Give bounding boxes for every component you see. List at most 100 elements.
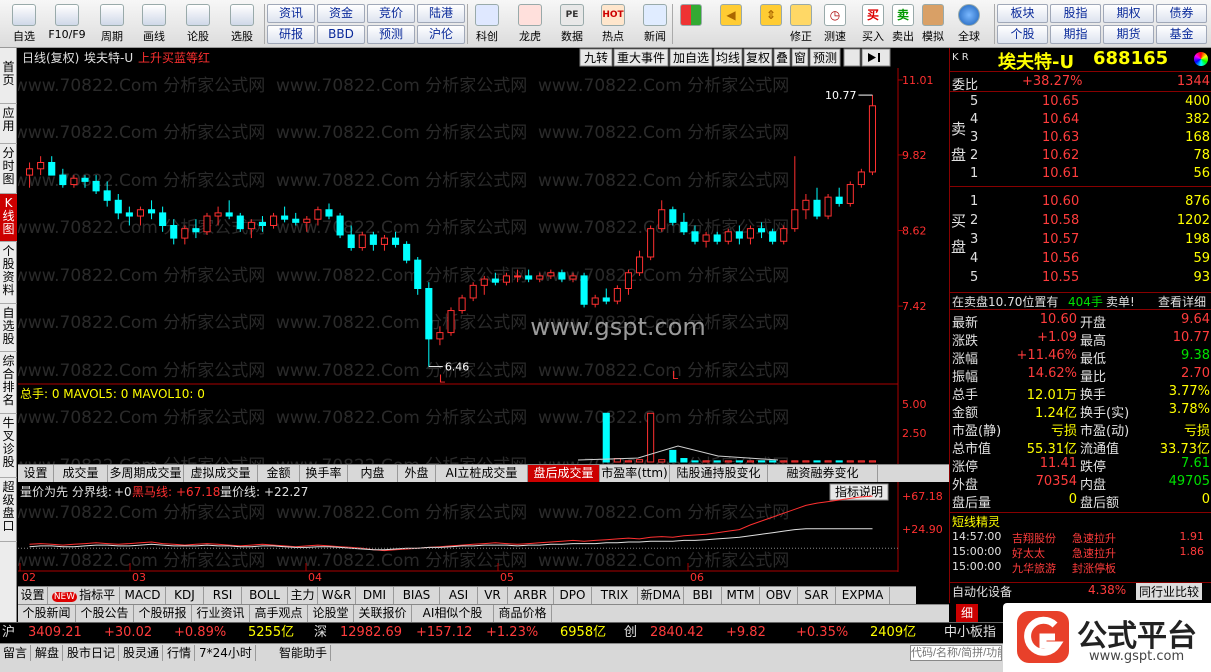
market-btn-债券[interactable]: 债券 [1156, 4, 1207, 23]
left-nav-0[interactable]: 首页 [0, 58, 17, 104]
market-btn-个股[interactable]: 个股 [997, 25, 1048, 44]
bid-row[interactable]: 1 10.60 876 [950, 194, 1211, 212]
info-tab-3[interactable]: 行业资讯 [192, 605, 250, 622]
status-extra[interactable]: 中小板指 [944, 623, 996, 643]
quick-btn-研报[interactable]: 研报 [267, 25, 315, 44]
ind-tab-3[interactable]: KDJ [166, 587, 204, 604]
right-btn-3[interactable]: 修正 [784, 2, 818, 46]
vol-tab-0[interactable]: 设置 [18, 465, 54, 482]
market-btn-基金[interactable]: 基金 [1156, 25, 1207, 44]
bid-row[interactable]: 2 10.58 1202 [950, 213, 1211, 231]
right-btn-0[interactable] [676, 2, 706, 46]
quick-btn-陆港[interactable]: 陆港 [417, 4, 465, 23]
kline-svg[interactable]: www.70822.Com 分析家公式网 www.70822.Com 分析家公式网… [18, 48, 949, 603]
vol-tab-3[interactable]: 虚拟成交量 [184, 465, 258, 482]
left-nav-7[interactable]: 牛叉诊股 [0, 414, 17, 478]
vol-tab-11[interactable]: 陆股通持股变化 [670, 465, 768, 482]
trade-link[interactable]: 查看详细 [1158, 293, 1206, 310]
bottom-btn-1[interactable]: 解盘 [32, 645, 64, 661]
ind-tab-0[interactable]: 设置 [18, 587, 48, 604]
bid-row[interactable]: 4 10.56 59 [950, 251, 1211, 269]
right-btn-7[interactable]: 模拟 [918, 2, 948, 46]
ind-tab-11[interactable]: VR [478, 587, 508, 604]
quick-btn-沪伦[interactable]: 沪伦 [417, 25, 465, 44]
detail-tab[interactable]: 细 [956, 604, 978, 622]
ind-tab-9[interactable]: BIAS [394, 587, 440, 604]
info-tab-2[interactable]: 个股研报 [134, 605, 192, 622]
toolbar-btn-4[interactable]: 论股 [178, 2, 218, 46]
left-nav-3[interactable]: K线图 [0, 194, 17, 242]
market-btn-板块[interactable]: 板块 [997, 4, 1048, 23]
ind-tab-6[interactable]: 主力 [288, 587, 318, 604]
ask-row[interactable]: 4 10.64 382 [950, 112, 1211, 130]
vol-tab-12[interactable]: 融资融券变化 [768, 465, 878, 482]
ind-tab-5[interactable]: BOLL [242, 587, 288, 604]
ind-tab-1[interactable]: NEW指标平台 [48, 587, 120, 621]
elite-row[interactable]: 14:57:00 吉翔股份 急速拉升 1.91 [950, 530, 1211, 545]
right-btn-4[interactable]: ◷ 测速 [818, 2, 852, 46]
left-nav-2[interactable]: 分时图 [0, 144, 17, 194]
bottom-btn-2[interactable]: 股市日记 [64, 645, 120, 661]
vol-tab-10[interactable]: 市盈率(ttm) [600, 465, 670, 482]
left-nav-6[interactable]: 综合排名 [0, 352, 17, 414]
code-search-input[interactable] [910, 645, 1002, 661]
market-btn-股指[interactable]: 股指 [1050, 4, 1101, 23]
feature-btn-4[interactable]: 新闻 [634, 2, 676, 46]
info-tab-7[interactable]: AI相似个股 [412, 605, 494, 622]
vol-tab-2[interactable]: 多周期成交量 [108, 465, 184, 482]
vol-tab-1[interactable]: 成交量 [54, 465, 108, 482]
quick-btn-预测[interactable]: 预测 [367, 25, 415, 44]
market-btn-期货[interactable]: 期货 [1103, 25, 1154, 44]
feature-btn-3[interactable]: HOT 热点 [592, 2, 634, 46]
toolbar-btn-5[interactable]: 选股 [220, 2, 264, 46]
ask-row[interactable]: 3 10.63 168 [950, 130, 1211, 148]
bottom-btn-3[interactable]: 股灵通 [120, 645, 164, 661]
bottom-btn-4[interactable]: 行情 [164, 645, 196, 661]
info-tab-4[interactable]: 高手观点 [250, 605, 308, 622]
info-tab-0[interactable]: 个股新闻 [18, 605, 76, 622]
bid-row[interactable]: 3 10.57 198 [950, 232, 1211, 250]
right-btn-1[interactable]: ◀ [716, 2, 746, 46]
right-btn-5[interactable]: 买买入 [858, 2, 888, 46]
ask-row[interactable]: 1 10.61 56 [950, 166, 1211, 184]
market-btn-期权[interactable]: 期权 [1103, 4, 1154, 23]
lock-icon[interactable] [843, 48, 861, 67]
vol-tab-6[interactable]: 内盘 [348, 465, 398, 482]
ind-tab-14[interactable]: TRIX [592, 587, 638, 604]
info-tab-8[interactable]: 商品价格 [494, 605, 552, 622]
left-nav-5[interactable]: 自选股 [0, 304, 17, 352]
industry-compare-button[interactable]: 同行业比较 [1136, 583, 1203, 600]
feature-btn-0[interactable]: 科创 [466, 2, 508, 46]
info-tab-5[interactable]: 论股堂 [308, 605, 354, 622]
ind-tab-2[interactable]: MACD [120, 587, 166, 604]
right-btn-8[interactable]: 全球 [954, 2, 984, 46]
elite-row[interactable]: 15:00:00 好太太 急速拉升 1.86 [950, 545, 1211, 560]
ind-tab-13[interactable]: DPO [554, 587, 592, 604]
quick-btn-竞价[interactable]: 竞价 [367, 4, 415, 23]
ind-tab-19[interactable]: SAR [798, 587, 836, 604]
ind-tab-17[interactable]: MTM [722, 587, 760, 604]
toolbar-btn-0[interactable]: 自选 [4, 2, 44, 46]
toolbar-btn-3[interactable]: 画线 [134, 2, 174, 46]
vol-tab-7[interactable]: 外盘 [398, 465, 436, 482]
ind-tab-7[interactable]: W&R [318, 587, 356, 604]
bid-row[interactable]: 5 10.55 93 [950, 270, 1211, 288]
ind-tab-15[interactable]: 新DMA [638, 587, 684, 604]
feature-btn-2[interactable]: PE 数据 [551, 2, 593, 46]
vol-tab-4[interactable]: 金额 [258, 465, 300, 482]
quick-btn-资金[interactable]: 资金 [317, 4, 365, 23]
trade-note-row[interactable]: 在卖盘10.70位置有 404手 卖单! 查看详细 [950, 292, 1211, 310]
ind-tab-20[interactable]: EXPMA [836, 587, 890, 604]
info-tab-6[interactable]: 关联报价 [354, 605, 412, 622]
left-nav-4[interactable]: 个股资料 [0, 242, 17, 304]
ask-row[interactable]: 2 10.62 78 [950, 148, 1211, 166]
vol-tab-9[interactable]: 盘后成交量 [528, 465, 600, 482]
left-nav-8[interactable]: 超级盘口 [0, 478, 17, 542]
info-tab-1[interactable]: 个股公告 [76, 605, 134, 622]
bottom-btn-6[interactable]: 智能助手 [276, 645, 332, 661]
feature-btn-1[interactable]: 龙虎 [509, 2, 551, 46]
ind-tab-8[interactable]: DMI [356, 587, 394, 604]
elite-row[interactable]: 15:00:00 九华旅游 封涨停板 [950, 560, 1211, 575]
toolbar-btn-1[interactable]: F10/F9 [44, 2, 90, 46]
ind-tab-12[interactable]: ARBR [508, 587, 554, 604]
